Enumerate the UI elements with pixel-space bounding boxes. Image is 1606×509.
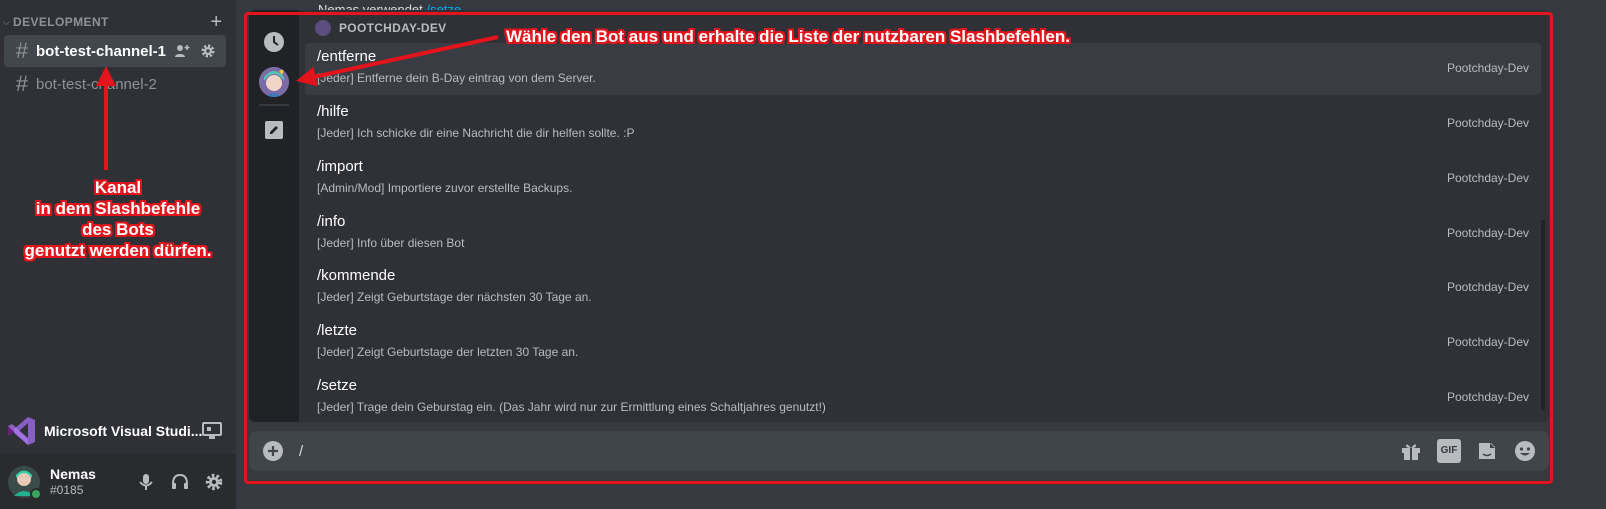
command-app-name: Pootchday-Dev — [1446, 226, 1529, 240]
create-channel-icon[interactable]: + — [210, 12, 222, 32]
message-input[interactable] — [299, 441, 1299, 461]
annotation-left-line: Kanal — [94, 178, 142, 197]
microphone-icon[interactable] — [136, 472, 156, 492]
sticker-icon[interactable] — [1475, 439, 1499, 463]
command-item-letzte[interactable]: /letzte [Jeder] Zeigt Geburtstage der le… — [305, 317, 1541, 369]
command-description: [Jeder] Trage dein Geburstag ein. (Das J… — [317, 400, 826, 414]
channel-item-bot-test-channel-2[interactable]: # bot-test-channel-2 — [4, 68, 226, 100]
section-label: POOTCHDAY-DEV — [339, 21, 447, 35]
gift-icon[interactable] — [1399, 439, 1423, 463]
rail-separator — [259, 104, 289, 106]
gear-icon[interactable] — [200, 43, 216, 59]
bot-rail-avatar[interactable] — [258, 66, 290, 98]
chevron-down-icon: ⌵ — [3, 16, 10, 27]
command-description: [Jeder] Info über diesen Bot — [317, 236, 465, 250]
channel-item-bot-test-channel-1[interactable]: # bot-test-channel-1 — [4, 35, 226, 67]
annotation-left-text: Kanal in dem Slashbefehle des Bots genut… — [4, 177, 232, 261]
pencil-icon[interactable] — [258, 114, 290, 146]
channel-name: bot-test-channel-2 — [36, 75, 157, 93]
command-description: [Jeder] Zeigt Geburtstage der letzten 30… — [317, 345, 579, 359]
command-item-hilfe[interactable]: /hilfe [Jeder] Ich schicke dir eine Nach… — [305, 98, 1541, 150]
command-app-name: Pootchday-Dev — [1446, 280, 1529, 294]
message-composer: GIF — [249, 431, 1549, 471]
command-item-info[interactable]: /info [Jeder] Info über diesen Bot Pootc… — [305, 208, 1541, 260]
user-discriminator: #0185 — [50, 483, 84, 497]
headphones-icon[interactable] — [170, 472, 190, 492]
avatar[interactable] — [8, 465, 42, 500]
command-item-import[interactable]: /import [Admin/Mod] Importiere zuvor ers… — [305, 153, 1541, 205]
command-name: /hilfe — [317, 103, 349, 120]
category-label: DEVELOPMENT — [13, 15, 109, 29]
emoji-icon[interactable] — [1513, 439, 1537, 463]
command-description: [Jeder] Zeigt Geburtstage der nächsten 3… — [317, 290, 592, 304]
activity-name: Microsoft Visual Studi... — [44, 423, 203, 439]
command-name: /setze — [317, 377, 358, 394]
command-name: /info — [317, 213, 346, 230]
command-item-kommende[interactable]: /kommende [Jeder] Zeigt Geburtstage der … — [305, 262, 1541, 314]
channel-name: bot-test-channel-1 — [36, 42, 167, 60]
command-name: /entferne — [317, 48, 377, 65]
command-app-name: Pootchday-Dev — [1446, 390, 1529, 404]
command-item-entferne[interactable]: /entferne [Jeder] Entferne dein B-Day ei… — [305, 43, 1541, 95]
command-app-name: Pootchday-Dev — [1446, 61, 1529, 75]
activity-panel: Microsoft Visual Studi... — [0, 408, 236, 454]
visual-studio-logo-icon — [4, 414, 38, 448]
clock-icon[interactable] — [258, 26, 290, 58]
slash-command-popup: POOTCHDAY-DEV /entferne [Jeder] Entferne… — [249, 10, 1549, 422]
command-item-setze[interactable]: /setze [Jeder] Trage dein Geburstag ein.… — [305, 372, 1541, 422]
gif-icon[interactable]: GIF — [1437, 439, 1461, 463]
user-panel: Nemas #0185 — [0, 454, 236, 509]
invite-member-icon[interactable] — [174, 43, 190, 59]
category-header-development[interactable]: ⌵ DEVELOPMENT + — [0, 12, 236, 32]
command-app-name: Pootchday-Dev — [1446, 171, 1529, 185]
text-channel-hash-icon: # — [15, 71, 29, 96]
bot-small-avatar-icon — [315, 20, 331, 36]
command-name: /kommende — [317, 267, 396, 284]
command-app-name: Pootchday-Dev — [1446, 116, 1529, 130]
user-settings-gear-icon[interactable] — [204, 472, 224, 492]
annotation-left-line: in dem Slashbefehle — [35, 199, 201, 218]
command-description: [Jeder] Entferne dein B-Day eintrag von … — [317, 71, 596, 85]
bot-section-header: POOTCHDAY-DEV — [315, 20, 446, 36]
annotation-top-text: Wähle den Bot aus und erhalte die Liste … — [506, 27, 1070, 46]
command-name: /letzte — [317, 322, 358, 339]
popup-scrollbar[interactable] — [1541, 220, 1545, 410]
command-app-name: Pootchday-Dev — [1446, 335, 1529, 349]
username: Nemas — [50, 466, 96, 482]
online-status-dot — [30, 487, 42, 500]
command-name: /import — [317, 158, 363, 175]
command-app-rail — [249, 10, 299, 422]
annotation-left-line: des Bots — [82, 220, 154, 239]
command-description: [Admin/Mod] Importiere zuvor erstellte B… — [317, 181, 573, 195]
command-description: [Jeder] Ich schicke dir eine Nachricht d… — [317, 126, 635, 140]
annotation-left-line: genutzt werden dürfen. — [24, 241, 212, 260]
screen-share-icon[interactable] — [202, 422, 222, 440]
add-attachment-icon[interactable] — [263, 441, 283, 461]
text-channel-hash-icon: # — [15, 38, 29, 63]
